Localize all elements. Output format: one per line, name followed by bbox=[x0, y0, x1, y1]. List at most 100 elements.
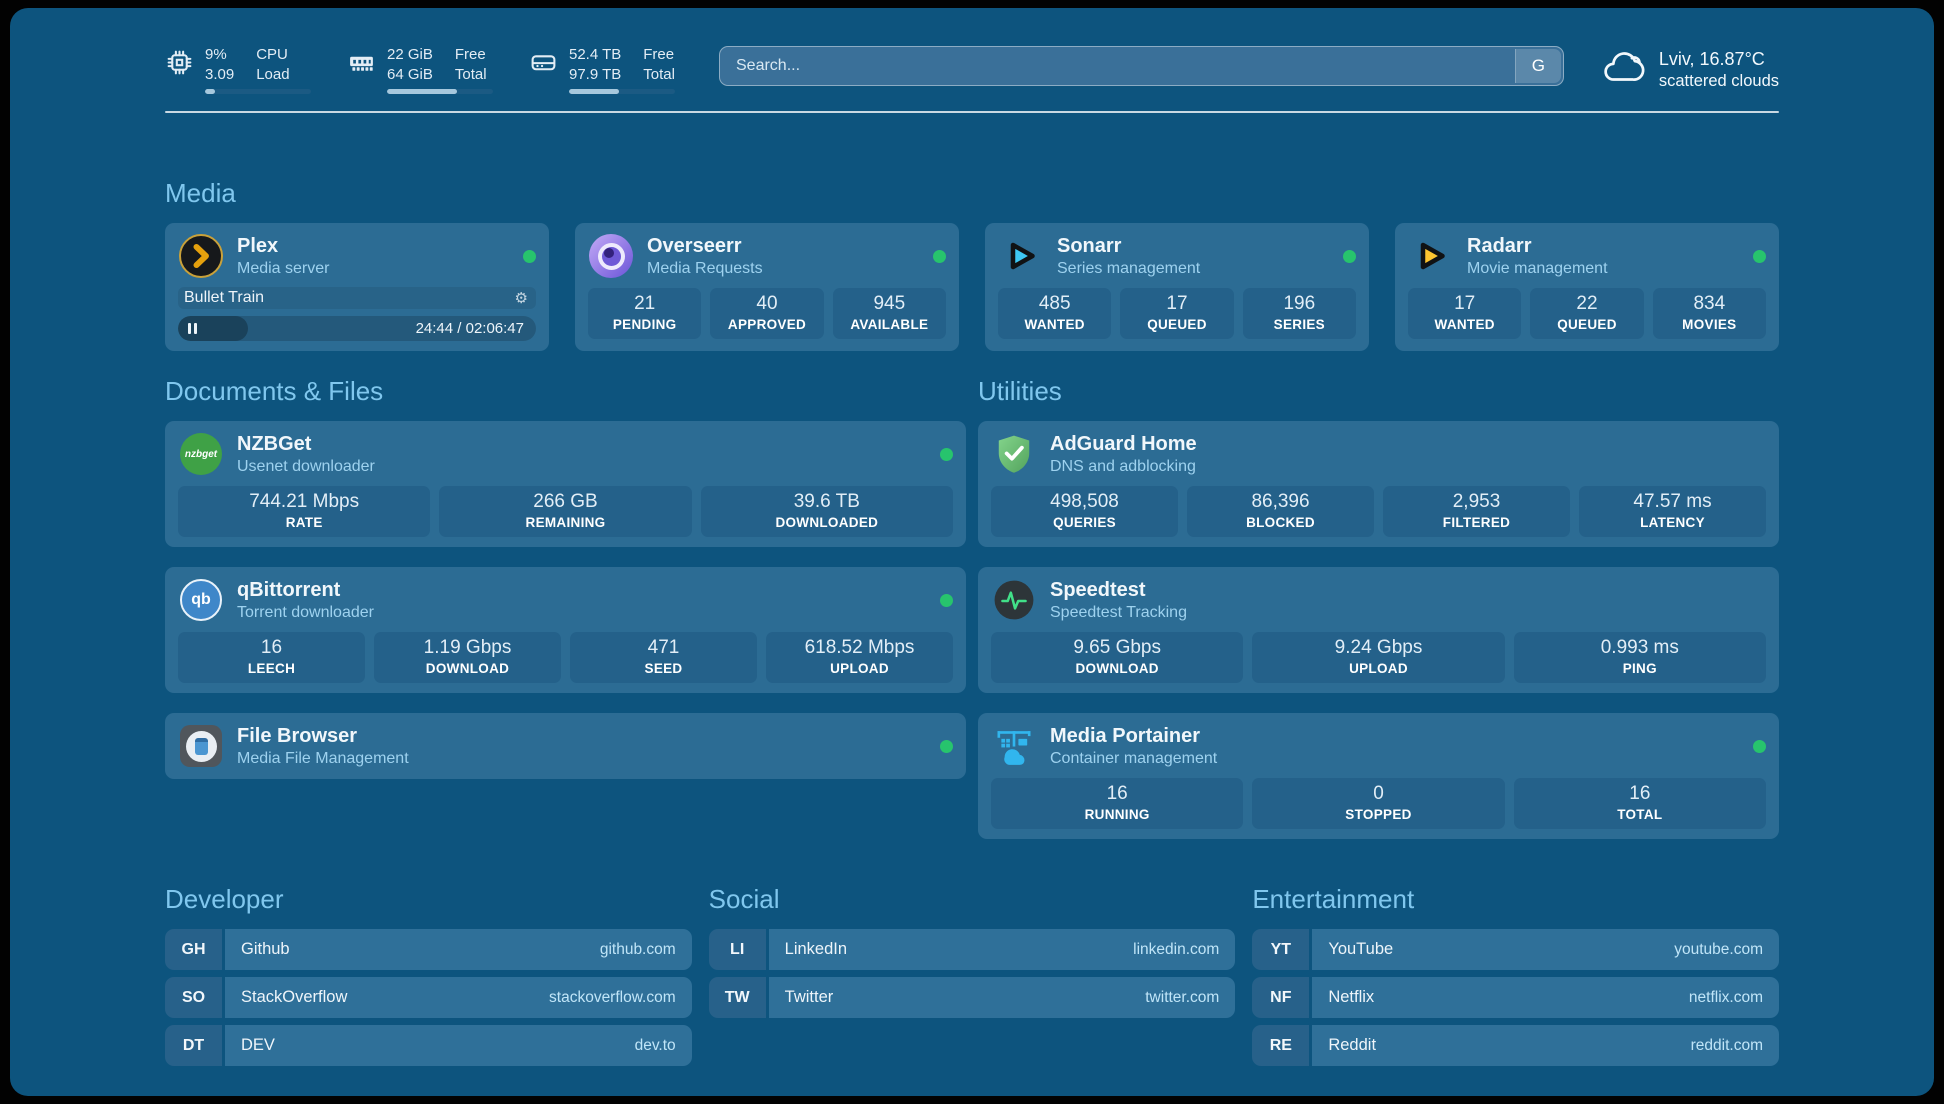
bookmark-stackoverflow[interactable]: SO StackOverflowstackoverflow.com bbox=[165, 977, 692, 1018]
bookmark-twitter[interactable]: TW Twitter twitter.com bbox=[709, 977, 1236, 1018]
service-subtitle: Speedtest Tracking bbox=[1050, 604, 1187, 622]
bookmark-name: Twitter bbox=[785, 988, 834, 1007]
bookmark-netflix[interactable]: NF Netflixnetflix.com bbox=[1252, 977, 1779, 1018]
status-dot bbox=[940, 740, 953, 753]
cpu-label: CPU bbox=[256, 45, 289, 65]
bookmark-github[interactable]: GH Githubgithub.com bbox=[165, 929, 692, 970]
section-title-media: Media bbox=[165, 177, 1779, 209]
status-dot bbox=[523, 250, 536, 263]
stat-box: 17WANTED bbox=[1408, 288, 1521, 339]
ram-free-label: Free bbox=[455, 45, 487, 65]
ram-icon bbox=[347, 48, 376, 94]
bookmark-name: StackOverflow bbox=[241, 988, 347, 1007]
service-card-qbittorrent[interactable]: qb qBittorrent Torrent downloader 16LEEC… bbox=[165, 567, 966, 693]
service-subtitle: Usenet downloader bbox=[237, 458, 375, 476]
load-label: Load bbox=[256, 65, 289, 85]
service-subtitle: Media server bbox=[237, 260, 329, 278]
top-bar: 9%3.09 CPULoad 22 GiB64 GiB FreeTotal bbox=[165, 45, 1779, 94]
cpu-load-value: 3.09 bbox=[205, 65, 234, 85]
stat-box: 16LEECH bbox=[178, 632, 365, 683]
bookmark-abbr: RE bbox=[1252, 1025, 1309, 1066]
bookmark-abbr: DT bbox=[165, 1025, 222, 1066]
section-title-developer: Developer bbox=[165, 883, 692, 915]
bookmark-url: netflix.com bbox=[1689, 989, 1763, 1007]
service-card-radarr[interactable]: Radarr Movie management 17WANTED 22QUEUE… bbox=[1395, 223, 1779, 351]
stat-box: 9.65 GbpsDOWNLOAD bbox=[991, 632, 1243, 683]
filebrowser-icon bbox=[178, 723, 224, 769]
overseerr-icon bbox=[588, 233, 634, 279]
nzbget-icon: nzbget bbox=[178, 431, 224, 477]
service-card-filebrowser[interactable]: File Browser Media File Management bbox=[165, 713, 966, 779]
playback-progress-bar: 24:44 / 02:06:47 bbox=[178, 316, 536, 341]
bookmark-reddit[interactable]: RE Redditreddit.com bbox=[1252, 1025, 1779, 1066]
stat-box: 485WANTED bbox=[998, 288, 1111, 339]
bookmark-url: reddit.com bbox=[1691, 1037, 1763, 1055]
search-provider-button[interactable]: G bbox=[1515, 49, 1561, 83]
stat-box: 86,396BLOCKED bbox=[1187, 486, 1374, 537]
bookmark-url: twitter.com bbox=[1145, 989, 1219, 1007]
service-card-adguard[interactable]: AdGuard Home DNS and adblocking 498,508Q… bbox=[978, 421, 1779, 547]
disk-free-value: 52.4 TB bbox=[569, 45, 621, 65]
cpu-progress-bar bbox=[205, 89, 311, 94]
status-dot bbox=[1753, 740, 1766, 753]
stat-box: 0.993 msPING bbox=[1514, 632, 1766, 683]
bookmark-abbr: TW bbox=[709, 977, 766, 1018]
service-subtitle: Torrent downloader bbox=[237, 604, 374, 622]
section-title-entertainment: Entertainment bbox=[1252, 883, 1779, 915]
bookmark-name: Github bbox=[241, 940, 290, 959]
stat-box: 47.57 msLATENCY bbox=[1579, 486, 1766, 537]
ram-progress-bar bbox=[387, 89, 493, 94]
section-title-documents: Documents & Files bbox=[165, 375, 966, 407]
weather-condition: scattered clouds bbox=[1659, 72, 1779, 91]
radarr-icon bbox=[1408, 233, 1454, 279]
bookmark-dev[interactable]: DT DEVdev.to bbox=[165, 1025, 692, 1066]
service-subtitle: Media Requests bbox=[647, 260, 763, 278]
service-card-portainer[interactable]: Media Portainer Container management 16R… bbox=[978, 713, 1779, 839]
disk-progress-bar bbox=[569, 89, 675, 94]
dashboard: 9%3.09 CPULoad 22 GiB64 GiB FreeTotal bbox=[10, 8, 1934, 1096]
plex-icon bbox=[178, 233, 224, 279]
service-card-plex[interactable]: Plex Media server Bullet Train ⚙ 24:44 /… bbox=[165, 223, 549, 351]
service-subtitle: Media File Management bbox=[237, 750, 409, 768]
search-input[interactable] bbox=[719, 46, 1564, 86]
weather-widget: Lviv, 16.87°C scattered clouds bbox=[1600, 45, 1779, 94]
service-subtitle: Container management bbox=[1050, 750, 1217, 768]
stat-box: 266 GBREMAINING bbox=[439, 486, 691, 537]
stat-box: 196SERIES bbox=[1243, 288, 1356, 339]
service-subtitle: Series management bbox=[1057, 260, 1200, 278]
bookmark-url: youtube.com bbox=[1674, 941, 1763, 959]
stat-box: 16TOTAL bbox=[1514, 778, 1766, 829]
adguard-icon bbox=[991, 431, 1037, 477]
section-title-social: Social bbox=[709, 883, 1236, 915]
service-card-overseerr[interactable]: Overseerr Media Requests 21PENDING 40APP… bbox=[575, 223, 959, 351]
status-dot bbox=[1753, 250, 1766, 263]
bookmark-abbr: YT bbox=[1252, 929, 1309, 970]
stat-box: 0STOPPED bbox=[1252, 778, 1504, 829]
service-title: File Browser bbox=[237, 724, 409, 748]
status-dot bbox=[933, 250, 946, 263]
bookmark-name: YouTube bbox=[1328, 940, 1393, 959]
gear-icon[interactable]: ⚙ bbox=[515, 289, 528, 307]
search-bar: G bbox=[719, 46, 1564, 86]
service-subtitle: DNS and adblocking bbox=[1050, 458, 1197, 476]
qbittorrent-icon: qb bbox=[178, 577, 224, 623]
service-title: Speedtest bbox=[1050, 578, 1187, 602]
pause-icon[interactable] bbox=[188, 323, 191, 334]
playback-progress-fill bbox=[178, 316, 248, 341]
service-card-sonarr[interactable]: Sonarr Series management 485WANTED 17QUE… bbox=[985, 223, 1369, 351]
service-card-nzbget[interactable]: nzbget NZBGet Usenet downloader 744.21 M… bbox=[165, 421, 966, 547]
service-card-speedtest[interactable]: Speedtest Speedtest Tracking 9.65 GbpsDO… bbox=[978, 567, 1779, 693]
stat-box: 1.19 GbpsDOWNLOAD bbox=[374, 632, 561, 683]
weather-location: Lviv, 16.87°C bbox=[1659, 49, 1779, 70]
service-title: Plex bbox=[237, 234, 329, 258]
bookmark-youtube[interactable]: YT YouTube youtube.com bbox=[1252, 929, 1779, 970]
cpu-icon bbox=[165, 48, 194, 94]
ram-free-value: 22 GiB bbox=[387, 45, 433, 65]
disk-resource-widget: 52.4 TB97.9 TB FreeTotal bbox=[529, 45, 675, 94]
bookmark-abbr: NF bbox=[1252, 977, 1309, 1018]
portainer-icon bbox=[991, 723, 1037, 769]
service-title: AdGuard Home bbox=[1050, 432, 1197, 456]
now-playing-row: Bullet Train ⚙ bbox=[178, 287, 536, 309]
bookmark-linkedin[interactable]: LI LinkedInlinkedin.com bbox=[709, 929, 1236, 970]
cloud-icon bbox=[1600, 45, 1646, 94]
